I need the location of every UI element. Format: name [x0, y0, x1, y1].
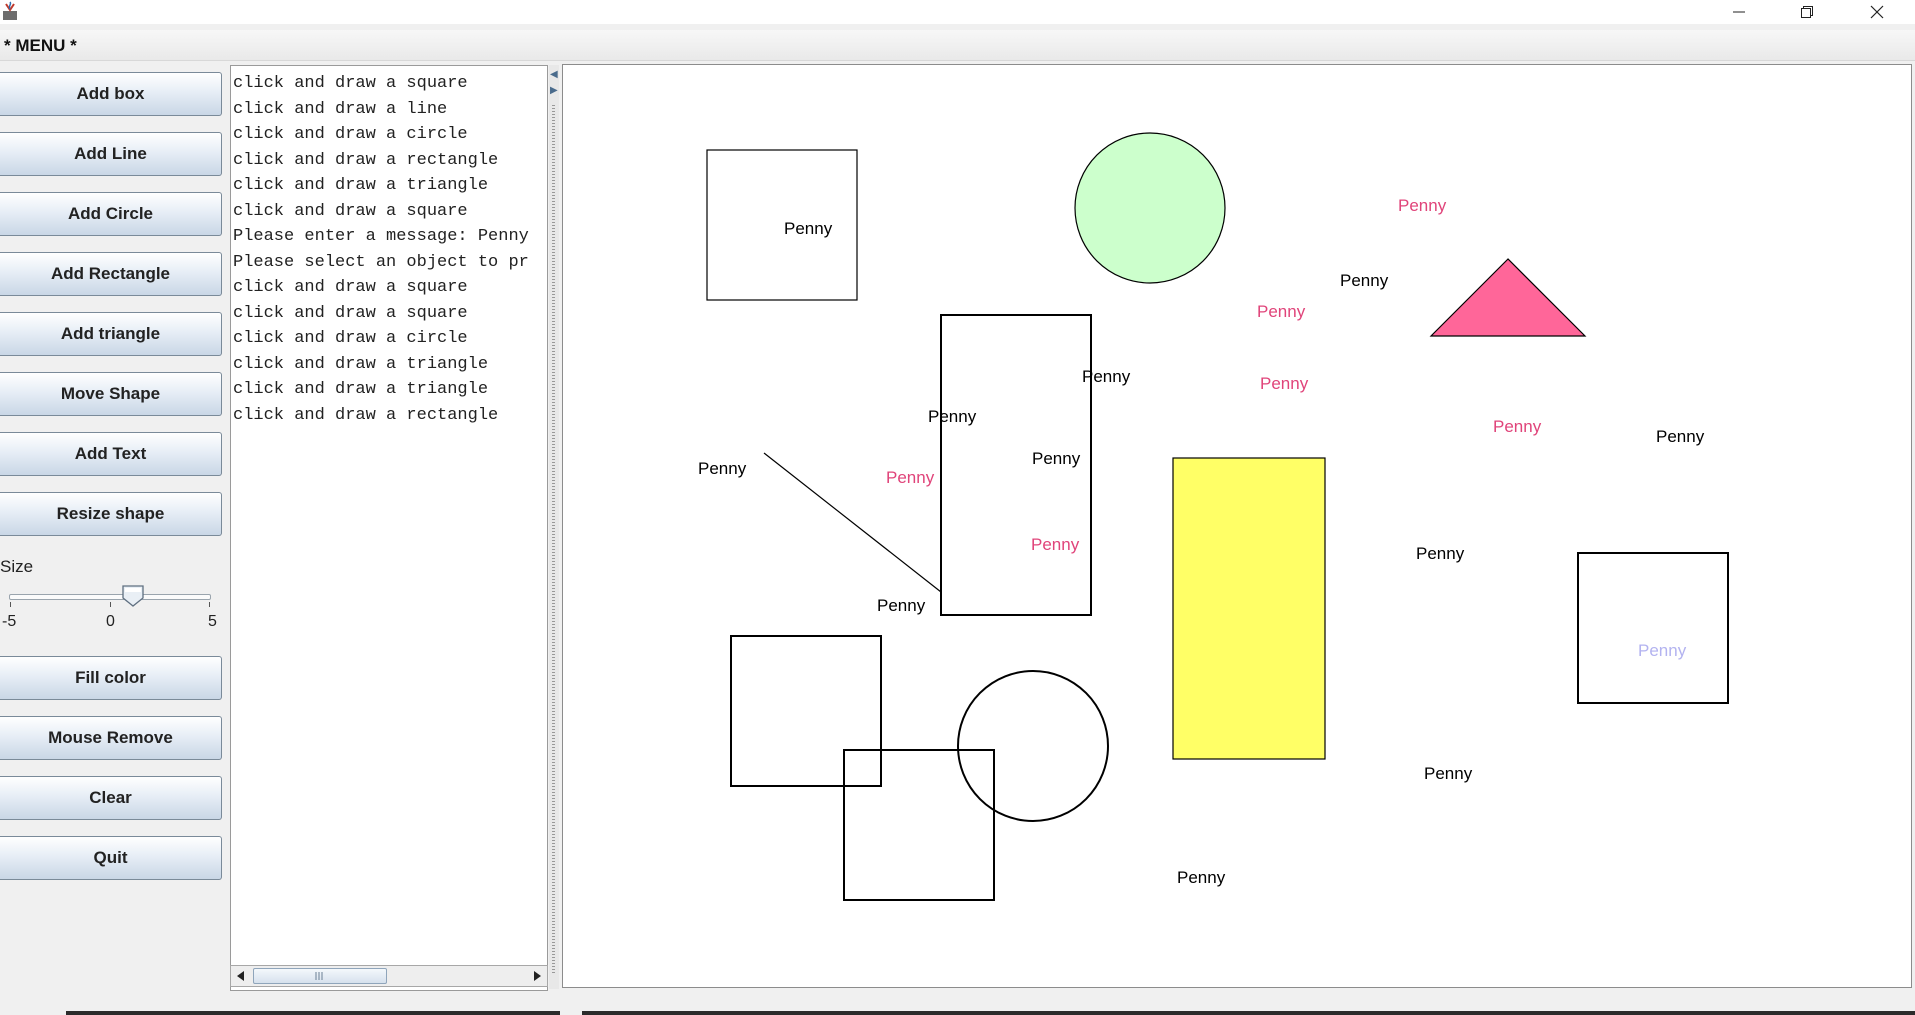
canvas-text[interactable]: Penny	[1416, 544, 1465, 563]
expand-right-icon[interactable]: ▶	[550, 85, 558, 96]
square-shape[interactable]	[706, 149, 858, 301]
slider-tick-mid	[110, 602, 111, 607]
title-bar	[0, 0, 1915, 24]
scroll-left-arrow-icon[interactable]	[237, 971, 245, 981]
canvas-text[interactable]: Penny	[1260, 374, 1309, 393]
add-line-button[interactable]: Add Line	[0, 132, 222, 176]
triangle-shape[interactable]	[1429, 258, 1587, 337]
canvas-text[interactable]: Penny	[877, 596, 926, 615]
taskbar-edge-gap	[0, 1011, 66, 1015]
scrollbar-thumb[interactable]	[253, 968, 387, 984]
canvas-text[interactable]: Penny	[1340, 271, 1389, 290]
log-line: click and draw a triangle	[233, 176, 489, 195]
log-line: click and draw a square	[233, 303, 468, 323]
slider-mid-label: 0	[106, 613, 115, 630]
restore-icon	[1801, 6, 1813, 18]
size-slider-track[interactable]	[9, 594, 211, 600]
log-line: click and draw a square	[233, 201, 468, 221]
add-rectangle-button[interactable]: Add Rectangle	[0, 252, 222, 296]
java-app-icon	[3, 1, 17, 20]
log-lines: click and draw a square click and draw a …	[233, 71, 529, 428]
slider-tick-min	[10, 602, 11, 607]
canvas-text[interactable]: Penny	[1424, 764, 1473, 783]
canvas-text[interactable]: Penny	[698, 459, 747, 478]
size-label: Size	[0, 557, 34, 576]
square-shape[interactable]	[1577, 552, 1729, 704]
minimize-button[interactable]	[1715, 0, 1763, 24]
canvas-text[interactable]: Penny	[886, 468, 935, 487]
log-line: click and draw a circle	[233, 125, 468, 144]
log-text-area[interactable]: click and draw a square click and draw a …	[230, 65, 548, 991]
add-circle-button[interactable]: Add Circle	[0, 192, 222, 236]
log-line: click and draw a triangle	[233, 380, 489, 399]
canvas-text[interactable]: Penny	[1493, 417, 1542, 436]
quit-button[interactable]: Quit	[0, 836, 222, 880]
log-line: click and draw a triangle	[233, 354, 489, 374]
minimize-icon	[1733, 11, 1745, 13]
taskbar-edge-gap	[560, 1011, 582, 1015]
slider-max-label: 5	[208, 613, 217, 630]
circle-shape[interactable]	[1074, 132, 1226, 284]
restore-button[interactable]	[1783, 0, 1831, 24]
menu-bar: * MENU *	[0, 30, 1915, 61]
move-shape-button[interactable]: Move Shape	[0, 372, 222, 416]
clear-button[interactable]: Clear	[0, 776, 222, 820]
add-box-button[interactable]: Add box	[0, 72, 222, 116]
fill-color-button[interactable]: Fill color	[0, 656, 222, 700]
canvas-text[interactable]: Penny	[1398, 196, 1447, 215]
square-shape[interactable]	[730, 635, 882, 787]
slider-min-label: -5	[2, 613, 17, 630]
resize-shape-button[interactable]: Resize shape	[0, 492, 222, 536]
rectangle-shape[interactable]	[1172, 457, 1326, 760]
close-icon	[1870, 5, 1884, 19]
menu-label[interactable]: * MENU *	[4, 36, 77, 56]
add-text-button[interactable]: Add Text	[0, 432, 222, 476]
log-line: Please select an object to pr	[233, 252, 529, 272]
log-line: click and draw a square	[233, 74, 468, 93]
log-line: click and draw a rectangle	[233, 405, 499, 425]
log-line: click and draw a rectangle	[233, 150, 499, 170]
log-line: click and draw a circle	[233, 329, 468, 348]
collapse-left-icon[interactable]: ◀	[550, 69, 558, 80]
slider-tick-max	[209, 602, 210, 607]
circle-shape[interactable]	[957, 670, 1109, 822]
canvas-drawing[interactable]: Penny Penny Penny Penny Penny Penny Penn…	[563, 65, 1911, 987]
close-button[interactable]	[1853, 0, 1901, 24]
canvas-text[interactable]: Penny	[928, 407, 977, 426]
canvas-text[interactable]: Penny	[1032, 449, 1081, 468]
grip-icon	[315, 972, 323, 980]
log-line: Please enter a message: Penny	[233, 227, 529, 246]
log-line: click and draw a square	[233, 278, 468, 297]
canvas-text[interactable]: Penny	[1257, 302, 1306, 321]
add-triangle-button[interactable]: Add triangle	[0, 312, 222, 356]
canvas-text[interactable]: Penny	[1638, 641, 1687, 660]
canvas-text[interactable]: Penny	[1656, 427, 1705, 446]
scroll-right-arrow-icon[interactable]	[533, 971, 541, 981]
square-shape[interactable]	[843, 749, 995, 901]
split-pane-divider[interactable]: ◀ ▶	[549, 65, 559, 989]
divider-grip	[552, 105, 555, 975]
log-line: click and draw a line	[233, 99, 448, 119]
canvas-text[interactable]: Penny	[784, 219, 833, 238]
canvas-text[interactable]: Penny	[1031, 535, 1080, 554]
drawing-canvas[interactable]: Penny Penny Penny Penny Penny Penny Penn…	[562, 64, 1912, 988]
size-slider-thumb[interactable]	[121, 584, 145, 608]
canvas-text[interactable]: Penny	[1082, 367, 1131, 386]
log-horizontal-scrollbar[interactable]	[230, 965, 548, 987]
canvas-text[interactable]: Penny	[1177, 868, 1226, 887]
mouse-remove-button[interactable]: Mouse Remove	[0, 716, 222, 760]
taskbar-edge	[0, 1011, 1915, 1015]
